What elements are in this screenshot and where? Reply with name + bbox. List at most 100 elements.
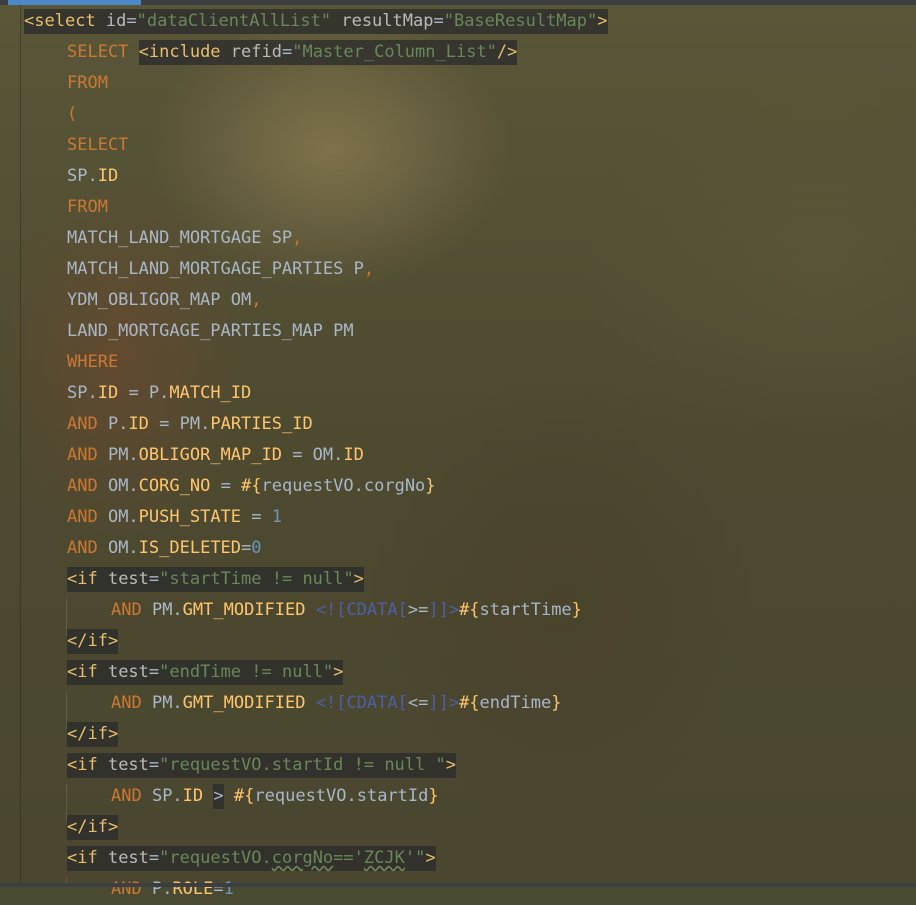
code-line-content: SELECT <include refid="Master_Column_Lis… <box>67 39 518 65</box>
code-token: AND <box>67 538 108 558</box>
code-line-content: <select id="dataClientAllList" resultMap… <box>24 8 608 34</box>
code-line[interactable]: FROM <box>0 68 916 99</box>
code-token: = <box>281 39 293 65</box>
code-line[interactable]: SP.ID <box>0 161 916 192</box>
code-token: "requestVO.startId != null " <box>159 754 446 775</box>
code-token: OBLIGOR_MAP_ID <box>138 445 282 465</box>
code-line[interactable]: <select id="dataClientAllList" resultMap… <box>0 6 916 37</box>
code-token: 0 <box>251 538 262 558</box>
code-line[interactable]: YDM_OBLIGOR_MAP OM, <box>0 285 916 316</box>
code-token: 1 <box>223 879 234 899</box>
code-line[interactable]: AND P.ROLE=1 <box>0 874 916 905</box>
code-line[interactable]: AND OM.PUSH_STATE = 1 <box>0 502 916 533</box>
code-line-content: <if test="requestVO.startId != null "> <box>67 752 456 778</box>
code-token: AND <box>67 414 108 434</box>
code-token: startTime <box>479 600 572 620</box>
code-token: ]]> <box>428 600 460 620</box>
code-line-content: YDM_OBLIGOR_MAP OM, <box>67 290 261 310</box>
code-token: SELECT <box>67 42 139 62</box>
code-token: CORG_NO <box>138 476 211 496</box>
code-line-content: AND OM.CORG_NO = #{requestVO.corgNo} <box>67 476 436 496</box>
code-line-content: FROM <box>67 197 108 217</box>
code-line[interactable]: </if> <box>0 626 916 657</box>
code-token: "dataClientAllList" <box>136 10 332 31</box>
code-line[interactable]: SELECT <include refid="Master_Column_Lis… <box>0 37 916 68</box>
code-token: '" <box>404 847 426 868</box>
code-token: } <box>428 786 439 806</box>
code-line[interactable]: </if> <box>0 812 916 843</box>
code-token: ID <box>182 786 204 806</box>
code-line-content: ( <box>67 104 77 124</box>
code-token: #{ <box>233 786 255 806</box>
code-token: } <box>425 476 436 496</box>
code-token: = <box>241 507 272 527</box>
code-line[interactable]: AND PM.GMT_MODIFIED <![CDATA[<=]]>#{endT… <box>0 688 916 719</box>
code-token: SELECT <box>67 135 129 155</box>
code-token: ID <box>97 383 119 403</box>
code-token: AND <box>111 600 152 620</box>
horizontal-scrollbar[interactable] <box>0 883 916 887</box>
code-token: > <box>333 661 344 682</box>
editor-tab-strip[interactable] <box>0 0 916 5</box>
code-line[interactable]: <if test="endTime != null"> <box>0 657 916 688</box>
code-token: ROLE <box>172 879 214 899</box>
code-token: "endTime != null" <box>159 661 334 682</box>
code-token: test <box>107 661 149 682</box>
code-token: P. <box>107 414 129 434</box>
code-token: > <box>425 847 436 868</box>
code-line[interactable]: AND PM.GMT_MODIFIED <![CDATA[>=]]>#{star… <box>0 595 916 626</box>
code-line[interactable]: <if test="startTime != null"> <box>0 564 916 595</box>
code-token: ( <box>67 104 78 124</box>
code-line-content: MATCH_LAND_MORTGAGE SP, <box>67 228 302 248</box>
code-token: IS_DELETED <box>138 538 242 558</box>
code-line[interactable]: WHERE <box>0 347 916 378</box>
code-line[interactable]: MATCH_LAND_MORTGAGE_PARTIES P, <box>0 254 916 285</box>
code-line[interactable]: AND OM.IS_DELETED=0 <box>0 533 916 564</box>
code-token: test <box>107 754 149 775</box>
code-token: </if> <box>67 816 119 837</box>
code-token: </if> <box>67 630 119 651</box>
code-line[interactable]: </if> <box>0 719 916 750</box>
code-line[interactable]: MATCH_LAND_MORTGAGE SP, <box>0 223 916 254</box>
code-line[interactable]: AND SP.ID > #{requestVO.startId} <box>0 781 916 812</box>
code-line[interactable]: LAND_MORTGAGE_PARTIES_MAP PM <box>0 316 916 347</box>
code-token: = <box>148 754 160 775</box>
code-token: test <box>107 568 149 589</box>
code-line-content: <if test="endTime != null"> <box>67 659 344 685</box>
code-line-content: SP.ID <box>67 166 118 186</box>
code-token: MATCH_ID <box>169 383 252 403</box>
code-token: resultMap <box>331 10 434 31</box>
code-token: = <box>241 538 252 558</box>
code-line[interactable]: ( <box>0 99 916 130</box>
code-line[interactable]: SELECT <box>0 130 916 161</box>
code-line[interactable]: <if test="requestVO.corgNo=='ZCJK'"> <box>0 843 916 874</box>
code-line[interactable]: SP.ID = P.MATCH_ID <box>0 378 916 409</box>
code-token: >= <box>407 600 429 620</box>
code-line[interactable]: AND P.ID = PM.PARTIES_ID <box>0 409 916 440</box>
code-line-content: <if test="requestVO.corgNo=='ZCJK'"> <box>67 845 436 871</box>
code-token: = P. <box>118 383 170 403</box>
code-token: AND <box>67 476 108 496</box>
code-editor[interactable]: <select id="dataClientAllList" resultMap… <box>0 6 916 905</box>
code-token: } <box>551 693 562 713</box>
code-line[interactable]: AND PM.OBLIGOR_MAP_ID = OM.ID <box>0 440 916 471</box>
code-line[interactable]: <if test="requestVO.startId != null "> <box>0 750 916 781</box>
code-line-content: AND PM.GMT_MODIFIED <![CDATA[>=]]>#{star… <box>111 600 582 620</box>
code-token: "Master_Column_List" <box>292 39 497 65</box>
code-token: <if <box>67 568 108 589</box>
code-token: requestVO.corgNo <box>261 476 426 496</box>
code-token: MATCH_LAND_MORTGAGE_PARTIES P <box>67 259 364 279</box>
code-token: ZCJK <box>363 847 405 868</box>
code-token: < <box>24 10 35 31</box>
code-token: PUSH_STATE <box>138 507 242 527</box>
code-line[interactable]: FROM <box>0 192 916 223</box>
code-token: </if> <box>67 723 119 744</box>
code-token: PM. <box>151 600 183 620</box>
code-token: > <box>353 568 364 589</box>
code-token: GMT_MODIFIED <box>182 600 316 620</box>
code-line[interactable]: AND OM.CORG_NO = #{requestVO.corgNo} <box>0 471 916 502</box>
code-line-content: SP.ID = P.MATCH_ID <box>67 383 251 403</box>
code-token: FROM <box>67 197 108 217</box>
code-token: ]]> <box>428 693 460 713</box>
